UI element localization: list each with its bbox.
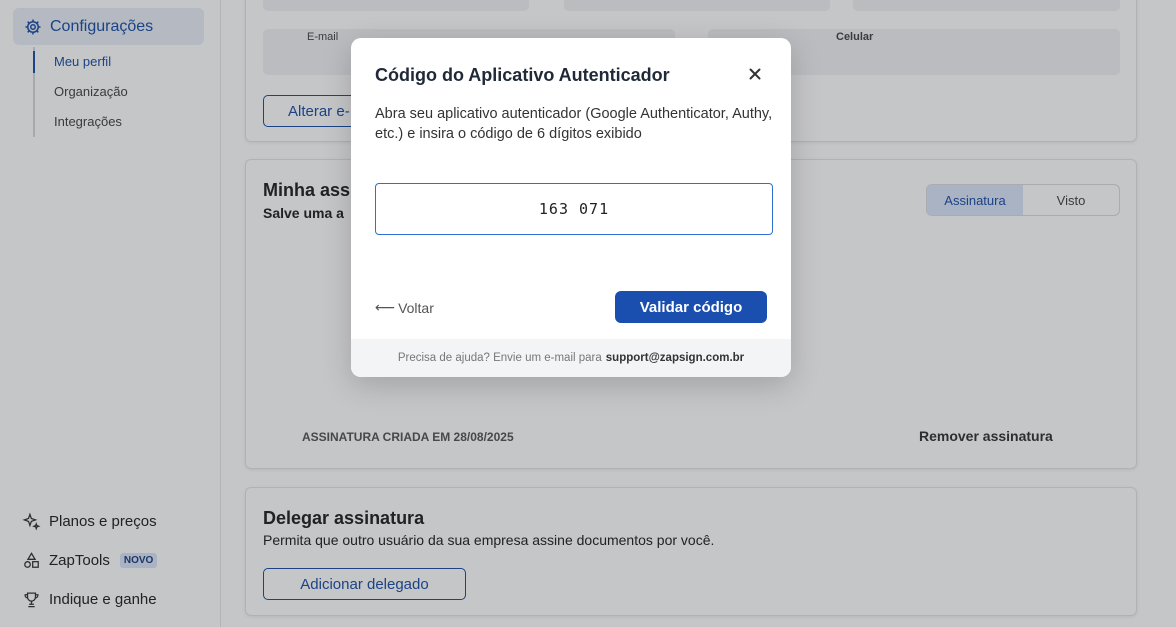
close-icon <box>749 68 761 80</box>
close-button[interactable] <box>744 63 766 85</box>
validate-code-button[interactable]: Validar código <box>615 291 767 323</box>
authenticator-modal: Código do Aplicativo Autenticador Abra s… <box>351 38 791 377</box>
modal-title: Código do Aplicativo Autenticador <box>375 65 670 85</box>
back-label: Voltar <box>398 299 434 316</box>
code-input[interactable] <box>375 183 773 235</box>
modal-footer: Precisa de ajuda? Envie um e-mail para s… <box>351 339 791 377</box>
footer-help-text: Precisa de ajuda? Envie um e-mail para <box>397 352 602 364</box>
arrow-left-icon: ⟵ <box>375 299 396 315</box>
support-email-link[interactable]: support@zapsign.com.br <box>606 352 744 364</box>
modal-description: Abra seu aplicativo autenticador (Google… <box>375 106 773 142</box>
back-link[interactable]: ⟵ Voltar <box>375 299 434 316</box>
